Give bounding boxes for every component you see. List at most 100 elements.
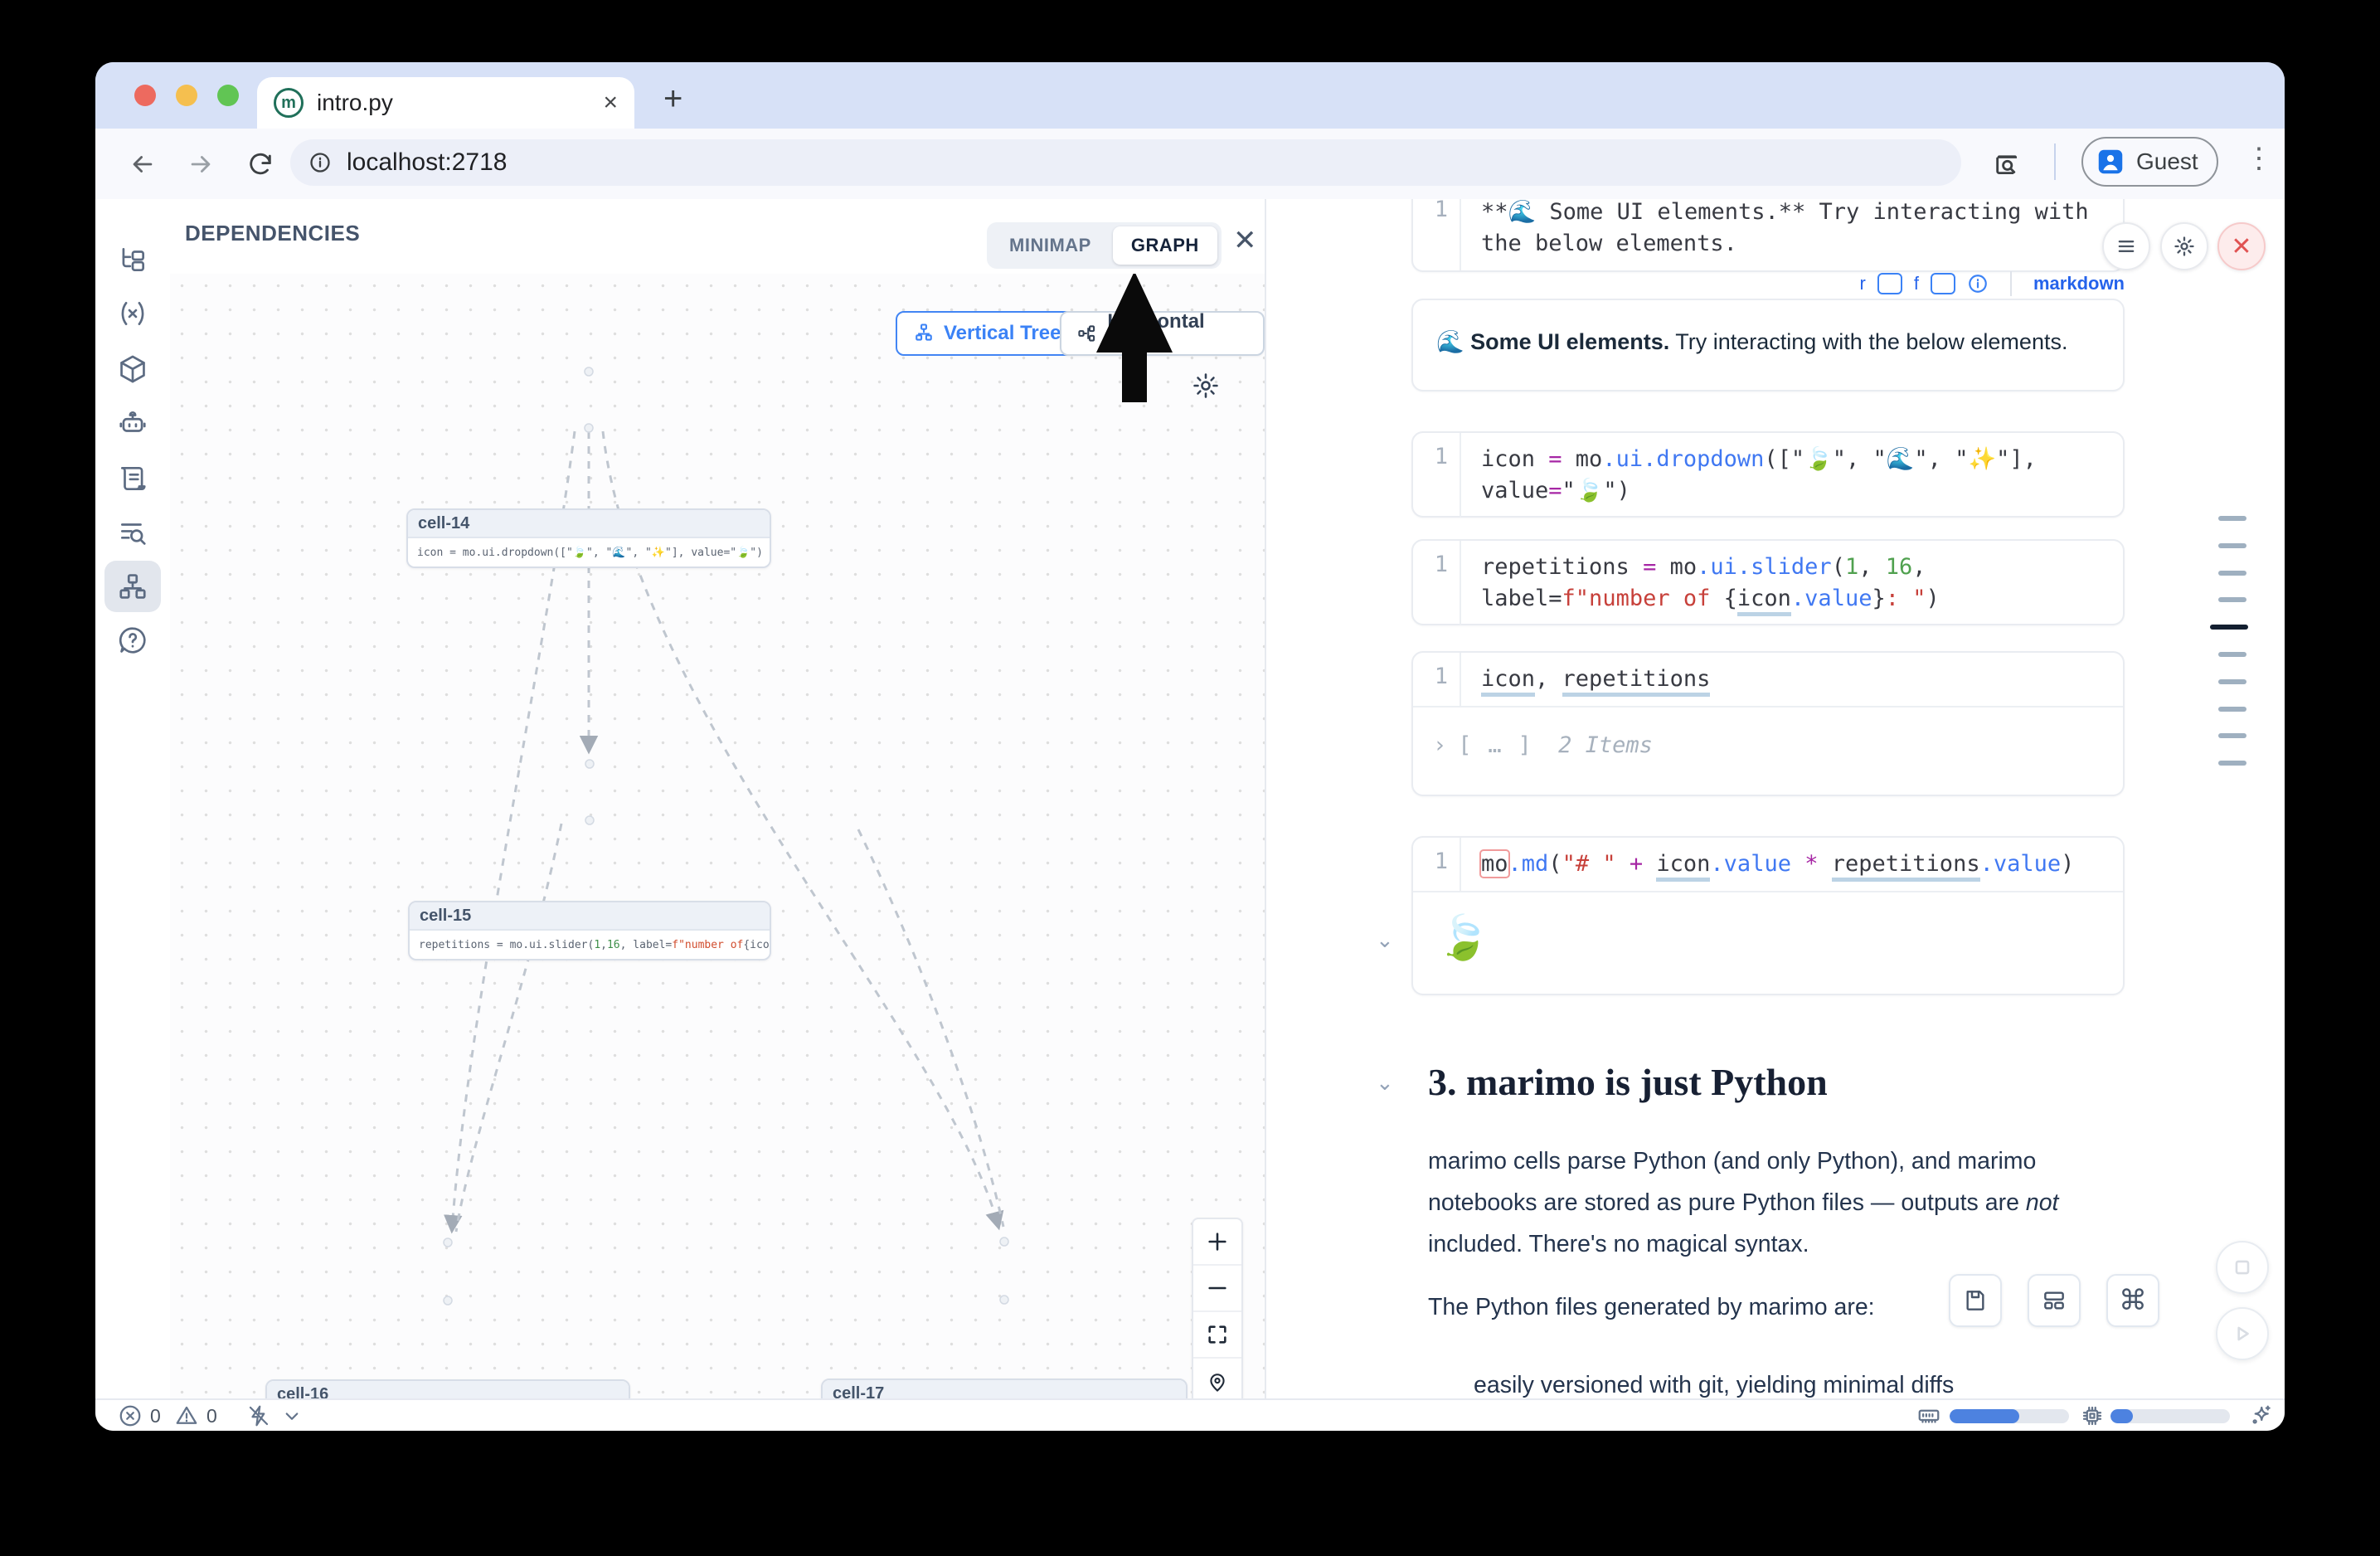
profile-label: Guest (2136, 148, 2198, 175)
reload-icon[interactable] (246, 150, 274, 178)
graph-node-cell-17[interactable]: cell-17 mo.md("# " + icon.value * repeti… (821, 1379, 1188, 1398)
browser-tab[interactable]: m intro.py × (257, 77, 634, 129)
plus-icon (1206, 1230, 1229, 1253)
info-icon[interactable] (1967, 273, 1989, 294)
zoom-out-button[interactable] (1193, 1266, 1241, 1312)
profile-button[interactable]: Guest (2081, 137, 2218, 187)
tab-minimap[interactable]: MINIMAP (991, 226, 1110, 265)
wave-emoji: 🌊 (1436, 329, 1464, 354)
notebook-pane: 1 **🌊 Some UI elements.** Try interactin… (1265, 199, 2285, 1398)
tab-graph[interactable]: GRAPH (1113, 226, 1217, 265)
fit-view-button[interactable] (1193, 1312, 1241, 1359)
graph-node-cell-14[interactable]: cell-14 icon = mo.ui.dropdown(["🍃", "🌊",… (406, 508, 771, 568)
sidebar-item-ai-chat[interactable] (104, 397, 161, 449)
back-icon[interactable] (129, 150, 157, 178)
notebook-settings-button[interactable] (2160, 222, 2208, 270)
minimap-dash[interactable] (2218, 516, 2246, 521)
minimap-dash[interactable] (2218, 652, 2246, 657)
minimap-dash[interactable] (2218, 733, 2246, 738)
minus-icon (1206, 1276, 1229, 1300)
notebook-menu-button[interactable] (2102, 222, 2150, 270)
toggle-r-switch[interactable] (1877, 273, 1902, 294)
minimap-dash[interactable] (2210, 625, 2248, 630)
cell-code[interactable]: icon, repetitions (1461, 653, 1710, 706)
window-minimize-button[interactable] (176, 85, 197, 106)
package-cube-icon (117, 353, 148, 385)
sidebar-item-dependency-graph[interactable] (104, 561, 161, 612)
vertical-tree-icon (912, 322, 935, 345)
variables-icon (117, 298, 148, 329)
help-bubble-icon (117, 625, 148, 656)
minimap-dash[interactable] (2218, 707, 2246, 712)
keyboard-shortcuts-button[interactable]: ⌘ (2106, 1274, 2159, 1327)
status-chevron-icon[interactable] (279, 1403, 304, 1428)
cpu-progress-bar (2110, 1409, 2230, 1423)
warnings-icon[interactable] (174, 1403, 199, 1428)
markdown-code-cell[interactable]: 1 **🌊 Some UI elements.** Try interactin… (1411, 199, 2125, 272)
gear-icon (2173, 235, 2196, 258)
warnings-count: 0 (206, 1405, 217, 1427)
toolbar-divider (2054, 143, 2056, 180)
window-close-button[interactable] (134, 85, 156, 106)
sidebar-item-snippets[interactable] (104, 453, 161, 504)
errors-icon[interactable] (118, 1403, 143, 1428)
toggle-f-switch[interactable] (1931, 273, 1955, 294)
graph-node-cell-16[interactable]: cell-16 icon, repetitions (265, 1379, 630, 1398)
panel-close-icon[interactable]: ✕ (1233, 224, 1257, 257)
zoom-in-button[interactable] (1193, 1219, 1241, 1266)
url-bar[interactable]: localhost:2718 (290, 139, 1961, 186)
expand-chevron-icon[interactable]: › (1433, 732, 1446, 758)
dependency-graph-canvas[interactable]: Vertical Tree Horizontal Tree cell-14 ic… (170, 274, 1265, 1398)
minimap-dash[interactable] (2218, 543, 2246, 548)
save-button[interactable] (1949, 1274, 2002, 1327)
stop-button[interactable] (2216, 1241, 2269, 1294)
graph-settings-button[interactable] (1192, 372, 1220, 400)
browser-menu-icon[interactable]: ⋮ (2245, 142, 2273, 175)
forward-icon[interactable] (187, 150, 215, 178)
minimap-dash[interactable] (2218, 597, 2246, 602)
autorun-off-icon[interactable] (246, 1403, 271, 1428)
leaf-emoji-output: 🍃 (1436, 914, 1490, 962)
sidebar-item-variables[interactable] (104, 288, 161, 339)
scroll-icon (117, 463, 148, 494)
browser-window: m intro.py × + localhost:2718 Guest ⋮ (95, 62, 2285, 1431)
code-cell-tuple[interactable]: 1 icon, repetitions ›[…] 2 Items (1411, 651, 2125, 796)
new-tab-button[interactable]: + (663, 80, 682, 118)
node-title: cell-14 (408, 510, 770, 538)
shutdown-button[interactable]: ✕ (2217, 222, 2266, 270)
code-cell-dropdown[interactable]: 1 icon = mo.ui.dropdown(["🍃", "🌊", "✨"],… (1411, 431, 2125, 518)
layout-button[interactable] (2028, 1274, 2081, 1327)
tab-search-icon[interactable] (1993, 150, 2021, 178)
sidebar-item-table-of-contents[interactable] (104, 507, 161, 558)
pin-icon (1206, 1370, 1229, 1393)
run-button[interactable] (2216, 1307, 2269, 1360)
cell-code[interactable]: repetitions = mo.ui.slider(1, 16,label=f… (1461, 541, 1940, 625)
vertical-tree-button[interactable]: Vertical Tree (896, 311, 1077, 356)
graph-node-cell-15[interactable]: cell-15 repetitions = mo.ui.slider(1, 16… (408, 901, 771, 960)
sidebar-item-help[interactable] (104, 615, 161, 666)
tab-close-icon[interactable]: × (603, 90, 618, 115)
code-cell-md[interactable]: 1 mo.md("# " + icon.value * repetitions.… (1411, 836, 2125, 995)
collapse-chevron-icon[interactable]: ⌄ (1376, 927, 1394, 953)
section-collapse-chevron-icon[interactable]: ⌄ (1376, 1070, 1394, 1096)
ai-sparkle-icon[interactable] (2248, 1403, 2273, 1428)
window-zoom-button[interactable] (217, 85, 239, 106)
minimap-dash[interactable] (2218, 571, 2246, 576)
cell-output[interactable]: ›[…] 2 Items (1413, 706, 2123, 783)
locate-node-button[interactable] (1193, 1359, 1241, 1398)
minimap-dash[interactable] (2218, 679, 2246, 684)
sidebar-item-packages[interactable] (104, 343, 161, 395)
sidebar-item-file-explorer[interactable] (104, 234, 161, 285)
cell-code[interactable]: mo.md("# " + icon.value * repetitions.va… (1461, 838, 2074, 891)
node-code: icon = mo.ui.dropdown(["🍃", "🌊", "✨"], v… (408, 538, 770, 566)
cpu-icon (2080, 1403, 2105, 1428)
layout-grid-icon (2041, 1287, 2067, 1314)
language-label[interactable]: markdown (2033, 273, 2125, 294)
site-info-icon[interactable] (308, 151, 332, 174)
code-cell-slider[interactable]: 1 repetitions = mo.ui.slider(1, 16,label… (1411, 539, 2125, 625)
cell-code[interactable]: **🌊 Some UI elements.** Try interacting … (1461, 199, 2089, 270)
browser-tabstrip: m intro.py × + (95, 62, 2285, 129)
cell-code[interactable]: icon = mo.ui.dropdown(["🍃", "🌊", "✨"],va… (1461, 433, 2037, 518)
line-number: 1 (1413, 653, 1461, 706)
minimap-dash[interactable] (2218, 761, 2246, 766)
